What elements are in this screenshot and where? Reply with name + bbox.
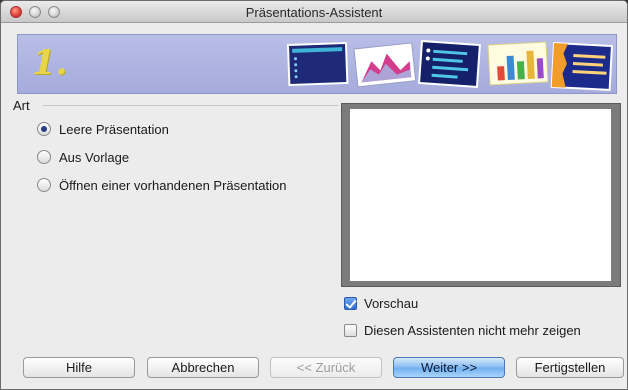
finish-button[interactable]: Fertigstellen: [516, 357, 624, 378]
radio-button[interactable]: [37, 122, 51, 136]
help-button[interactable]: Hilfe: [23, 357, 135, 378]
mountain-chart-icon: [353, 42, 417, 88]
wizard-banner: 1.: [17, 34, 617, 94]
title-bar[interactable]: Präsentations-Assistent: [1, 1, 627, 23]
radio-empty-presentation[interactable]: Leere Präsentation: [37, 120, 169, 138]
group-divider: [43, 105, 338, 106]
slide-thumbnail-icon: [286, 41, 349, 87]
dont-show-again-checkbox[interactable]: [344, 323, 357, 337]
cancel-button[interactable]: Abbrechen: [147, 357, 259, 378]
art-group-label: Art: [13, 98, 30, 113]
step-number: 1.: [32, 43, 68, 83]
preview-canvas: [350, 109, 611, 281]
back-button[interactable]: << Zurück: [270, 357, 382, 378]
next-button[interactable]: Weiter >>: [393, 357, 505, 378]
preview-checkbox-row[interactable]: Vorschau: [344, 294, 418, 312]
dont-show-again-label: Diesen Assistenten nicht mehr zeigen: [364, 322, 581, 338]
preview-checkbox-label: Vorschau: [364, 295, 419, 311]
window-title: Präsentations-Assistent: [245, 5, 383, 20]
radio-label: Aus Vorlage: [59, 149, 130, 165]
preview-frame: [341, 103, 621, 287]
radio-label: Leere Präsentation: [59, 121, 169, 137]
dont-show-again-row[interactable]: Diesen Assistenten nicht mehr zeigen: [344, 321, 581, 339]
bar-chart-icon: [487, 41, 549, 86]
slide-illustrations: [286, 39, 613, 92]
slide-thumbnail-icon: [550, 41, 613, 92]
preview-checkbox[interactable]: [344, 296, 357, 310]
wizard-window: Präsentations-Assistent 1. Art Leere Prä…: [0, 0, 628, 390]
radio-open-existing[interactable]: Öffnen einer vorhandenen Präsentation: [37, 176, 286, 194]
radio-button[interactable]: [37, 178, 51, 192]
slide-thumbnail-icon: [418, 39, 481, 89]
radio-button[interactable]: [37, 150, 51, 164]
radio-label: Öffnen einer vorhandenen Präsentation: [59, 177, 287, 193]
radio-from-template[interactable]: Aus Vorlage: [37, 148, 129, 166]
